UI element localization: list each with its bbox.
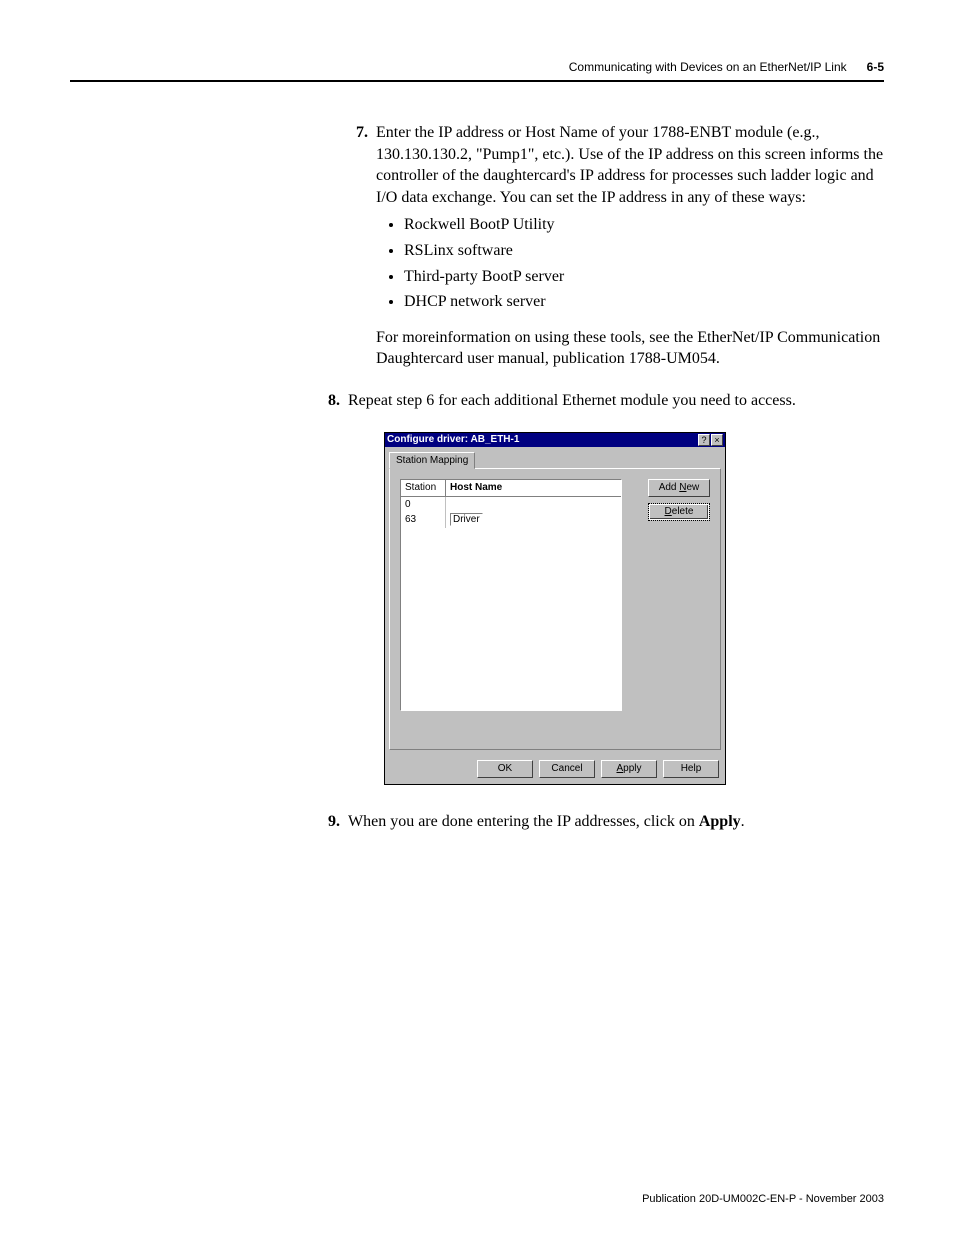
station-listbox[interactable]: Station Host Name 0 63 [400,479,622,711]
step-7-bullets: Rockwell BootP Utility RSLinx software T… [376,214,884,312]
page-footer: Publication 20D-UM002C-EN-P - November 2… [642,1193,884,1205]
tab-bar: Station Mapping [385,447,725,469]
delete-button[interactable]: Delete [648,503,710,521]
column-header-station: Station [401,480,446,496]
step-number: 7. [340,122,368,384]
hostname-cell[interactable]: Driver [446,512,622,528]
step-8-text: Repeat step 6 for each additional Ethern… [348,392,796,409]
station-cell: 0 [401,496,446,512]
dialog-button-row: OK Cancel Apply Help [385,754,725,784]
step-number: 8. [312,390,340,805]
step-7-text: Enter the IP address or Host Name of you… [376,124,883,206]
header-title: Communicating with Devices on an EtherNe… [569,60,847,74]
page-header: Communicating with Devices on an EtherNe… [70,60,884,82]
step-7: 7. Enter the IP address or Host Name of … [340,122,884,384]
table-row[interactable]: 0 [401,496,621,512]
step-number: 9. [312,811,340,833]
help-button[interactable]: Help [663,760,719,778]
hostname-input[interactable]: Driver [450,513,483,526]
table-row[interactable]: 63 Driver [401,512,621,528]
column-header-hostname: Host Name [446,480,622,496]
bullet-item: Third-party BootP server [404,266,884,288]
close-icon[interactable]: × [711,434,723,446]
step-9-text-prefix: When you are done entering the IP addres… [348,813,699,830]
step-9-bold: Apply [699,813,741,830]
step-7-post-text: For moreinformation on using these tools… [376,327,884,370]
header-page-number: 6-5 [867,60,884,74]
bullet-item: Rockwell BootP Utility [404,214,884,236]
bullet-item: RSLinx software [404,240,884,262]
ok-button[interactable]: OK [477,760,533,778]
bullet-item: DHCP network server [404,291,884,313]
tab-panel: Station Host Name 0 63 [389,468,721,750]
help-icon[interactable]: ? [698,434,710,446]
dialog-title: Configure driver: AB_ETH-1 [387,433,698,447]
add-new-button[interactable]: Add New [648,479,710,497]
step-9: 9. When you are done entering the IP add… [312,811,884,833]
station-cell: 63 [401,512,446,528]
tab-station-mapping[interactable]: Station Mapping [389,452,475,470]
dialog-titlebar: Configure driver: AB_ETH-1 ? × [385,433,725,447]
configure-driver-dialog: Configure driver: AB_ETH-1 ? × Station M… [384,432,726,786]
hostname-cell[interactable] [446,496,622,512]
content-area: 7. Enter the IP address or Host Name of … [340,122,884,833]
apply-button[interactable]: Apply [601,760,657,778]
cancel-button[interactable]: Cancel [539,760,595,778]
step-9-text-suffix: . [741,813,745,830]
step-8: 8. Repeat step 6 for each additional Eth… [312,390,884,805]
